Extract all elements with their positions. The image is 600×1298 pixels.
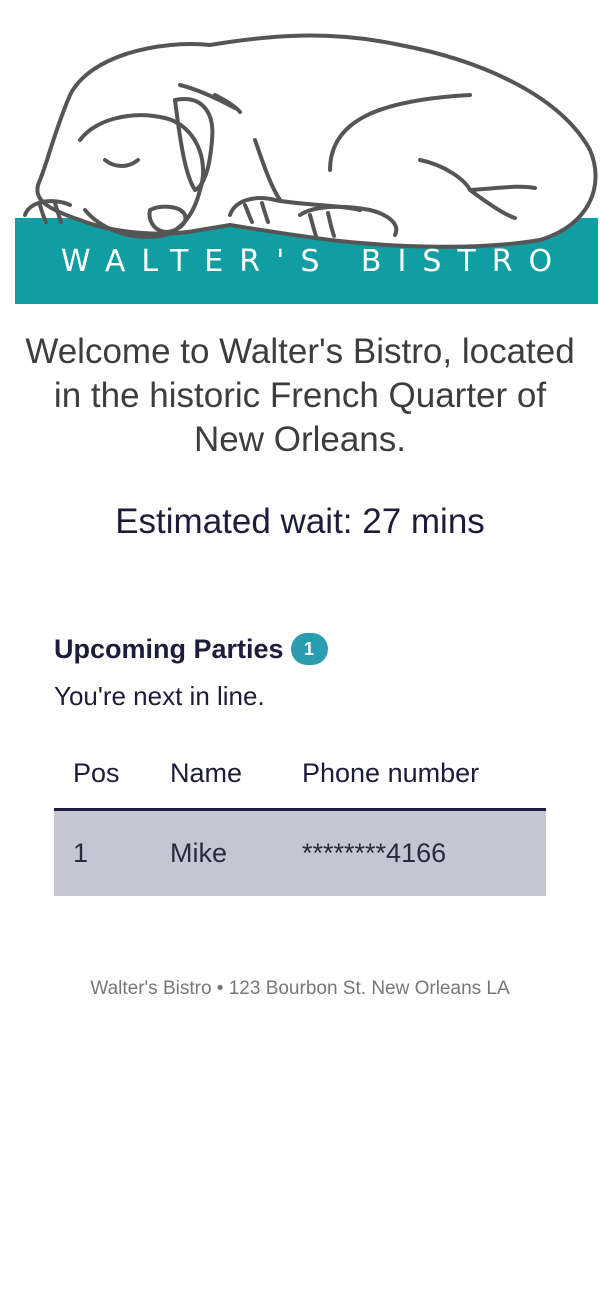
upcoming-parties-title: Upcoming Parties	[54, 633, 284, 664]
queue-status: You're next in line.	[54, 681, 265, 711]
party-count-badge: 1	[290, 633, 328, 665]
estimated-wait: Estimated wait: 27 mins	[115, 502, 485, 541]
column-header-pos: Pos	[73, 757, 120, 788]
brand-name: WALTER'S BISTRO	[60, 243, 569, 279]
upcoming-parties-heading: Upcoming Parties 1	[54, 633, 328, 665]
column-header-phone: Phone number	[302, 757, 480, 788]
footer-address: Walter's Bistro • 123 Bourbon St. New Or…	[90, 978, 510, 999]
table-header: Pos Name Phone number	[54, 738, 546, 811]
row-phone: ********4166	[302, 838, 447, 868]
column-header-name: Name	[170, 757, 243, 788]
table-row: 1 Mike ********4166	[54, 811, 546, 896]
row-pos: 1	[73, 838, 89, 868]
row-name: Mike	[170, 838, 228, 868]
welcome-message: Welcome to Walter's Bistro, located in t…	[25, 332, 575, 459]
parties-table: Pos Name Phone number 1 Mike ********416…	[54, 738, 546, 896]
brand-logo: WALTER'S BISTRO	[0, 0, 600, 310]
